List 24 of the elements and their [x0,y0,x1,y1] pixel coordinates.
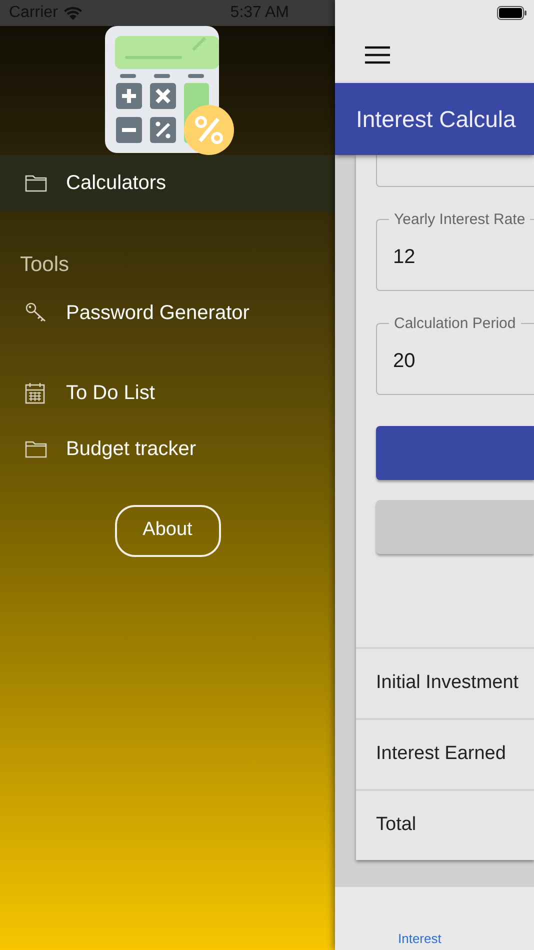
text-field[interactable]: Yearly Interest Rate 12 [376,211,534,291]
result-label: Initial Investment [376,671,519,696]
secondary-button[interactable] [376,500,534,554]
about-button[interactable]: About [114,504,220,556]
text-field[interactable]: Calculation Period 20 [376,315,534,395]
calendar-icon [25,382,45,404]
drawer-item[interactable]: Budget tracker [0,420,335,476]
calculator-logo-icon [105,26,235,156]
folder-icon [25,174,47,192]
drawer-item[interactable]: To Do List [0,364,335,420]
section-heading: Tools [19,252,70,278]
drawer-item[interactable]: Password Generator [0,284,335,340]
header-title: Interest Calcula [356,104,516,134]
key-icon [25,302,47,324]
result-label: Interest Earned [376,742,506,766]
result-label: Total [376,813,416,838]
drawer-item[interactable]: Calculators [0,155,335,211]
menu-icon[interactable] [365,46,390,64]
text-field[interactable] [376,155,534,187]
folder-icon [25,440,47,458]
battery-icon [497,6,527,20]
primary-button[interactable] [376,426,534,480]
tab[interactable]: Interest [398,928,442,948]
wifi-icon [62,6,83,20]
